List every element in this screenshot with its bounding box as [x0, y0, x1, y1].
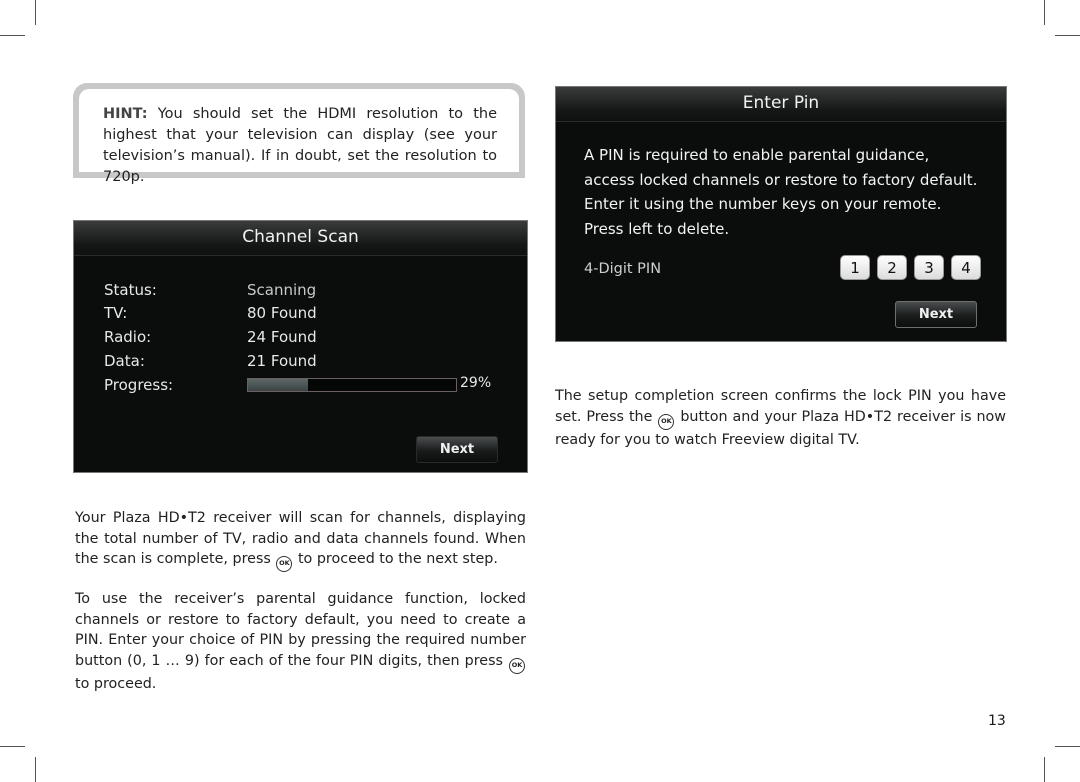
tv-value: 80 Found: [247, 304, 317, 322]
ok-button-icon: OK: [276, 556, 293, 573]
scan-paragraph-text-end: to proceed to the next step.: [297, 551, 498, 568]
pin-next-button[interactable]: Next: [895, 301, 977, 328]
hint-body: You should set the HDMI resolution to th…: [103, 106, 497, 185]
completion-paragraph: The setup completion screen confirms the…: [555, 386, 1006, 450]
progress-percent: 29%: [460, 375, 492, 391]
scan-paragraph: Your Plaza HD•T2 receiver will scan for …: [75, 508, 526, 573]
pin-label: 4-Digit PIN: [584, 261, 662, 277]
pin-digit-1[interactable]: 1: [840, 255, 870, 280]
hint-label: HINT:: [103, 106, 148, 122]
progress-label: Progress:: [104, 376, 174, 394]
channel-scan-title: Channel Scan: [74, 221, 527, 256]
progress-bar: [247, 378, 457, 392]
status-value: Scanning: [247, 281, 317, 299]
hint-text: HINT: You should set the HDMI resolution…: [79, 89, 519, 185]
radio-label: Radio:: [104, 328, 152, 346]
scan-next-button[interactable]: Next: [416, 436, 498, 463]
pin-paragraph-text: To use the receiver’s parental guidance …: [75, 591, 526, 670]
pin-digits: 1 2 3 4: [840, 255, 981, 280]
channel-scan-screen: Channel Scan Status: Scanning TV: 80 Fou…: [73, 220, 528, 473]
crop-mark: [1055, 35, 1080, 36]
pin-digit-2[interactable]: 2: [877, 255, 907, 280]
pin-paragraph-text-end: to proceed.: [75, 676, 157, 693]
crop-mark: [35, 0, 36, 25]
pin-paragraph: To use the receiver’s parental guidance …: [75, 589, 526, 695]
ok-button-icon: OK: [658, 413, 675, 430]
progress-fill: [248, 379, 309, 391]
radio-value: 24 Found: [247, 328, 317, 346]
data-value: 21 Found: [247, 352, 317, 370]
status-label: Status:: [104, 281, 157, 299]
crop-mark: [1044, 757, 1045, 782]
pin-digit-3[interactable]: 3: [914, 255, 944, 280]
data-label: Data:: [104, 352, 145, 370]
pin-description: A PIN is required to enable parental gui…: [584, 146, 978, 238]
crop-mark: [0, 35, 25, 36]
crop-mark: [0, 746, 25, 747]
pin-digit-4[interactable]: 4: [951, 255, 981, 280]
hint-box: HINT: You should set the HDMI resolution…: [73, 83, 525, 185]
enter-pin-screen: Enter Pin A PIN is required to enable pa…: [555, 86, 1007, 342]
page-number: 13: [988, 713, 1006, 729]
tv-label: TV:: [104, 304, 128, 322]
crop-mark: [1055, 746, 1080, 747]
crop-mark: [35, 757, 36, 782]
ok-button-icon: OK: [509, 658, 526, 675]
enter-pin-title: Enter Pin: [556, 87, 1006, 122]
crop-mark: [1044, 0, 1045, 25]
